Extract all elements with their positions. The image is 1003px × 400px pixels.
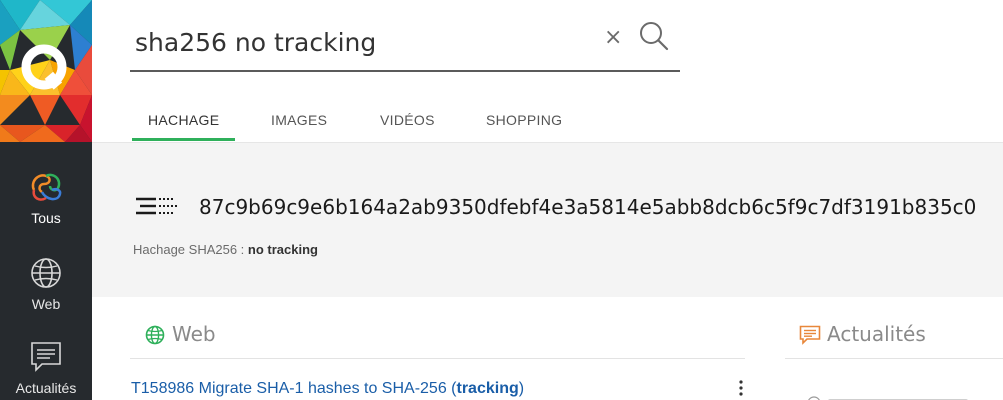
news-icon — [799, 325, 821, 345]
result-title-end: ) — [518, 380, 525, 397]
globe-icon — [31, 258, 61, 288]
clear-search-button[interactable]: × — [604, 26, 622, 50]
sidebar-item-label: Web — [31, 296, 61, 312]
hash-value: 87c9b69c9e6b164a2ab9350dfebf4e3a5814e5ab… — [199, 195, 977, 219]
tab-images[interactable]: IMAGES — [271, 112, 327, 128]
hash-lines-icon — [136, 197, 177, 215]
left-rail: Tous Web Actualités — [0, 0, 92, 400]
sidebar-item-label: Tous — [31, 210, 61, 226]
search-input[interactable] — [135, 24, 575, 60]
hash-caption-prefix: Hachage SHA256 : — [133, 242, 248, 257]
news-item-placeholder — [808, 396, 968, 400]
hash-caption-value: no tracking — [247, 242, 318, 257]
logo-art — [0, 0, 92, 142]
tab-shopping[interactable]: SHOPPING — [486, 112, 562, 128]
tab-videos[interactable]: VIDÉOS — [380, 112, 435, 128]
active-tab-indicator — [132, 138, 235, 141]
news-section-title: Actualités — [827, 322, 926, 346]
search-bar: × — [130, 14, 680, 72]
news-icon — [31, 342, 61, 372]
web-section-title: Web — [172, 322, 216, 346]
hash-caption: Hachage SHA256 : no tracking — [133, 242, 318, 257]
sidebar-item-label: Actualités — [15, 380, 77, 396]
result-title-text: T158986 Migrate SHA-1 hashes to SHA-256 … — [131, 380, 457, 397]
more-options-icon[interactable] — [736, 378, 746, 400]
sidebar-item-all[interactable]: Tous — [0, 170, 92, 226]
result-title-link[interactable]: T158986 Migrate SHA-1 hashes to SHA-256 … — [131, 380, 524, 398]
sidebar-item-news[interactable]: Actualités — [0, 340, 92, 396]
magnifier-icon — [640, 22, 669, 51]
search-button[interactable] — [638, 20, 670, 52]
hash-panel: 87c9b69c9e6b164a2ab9350dfebf4e3a5814e5ab… — [92, 142, 1003, 297]
news-section-header: Actualités — [785, 320, 1003, 359]
page: Tous Web Actualités × — [0, 0, 1003, 400]
web-section-header: Web — [130, 320, 745, 359]
globe-icon — [145, 325, 165, 345]
vertical-tabs: HACHAGE IMAGES VIDÉOS SHOPPING — [130, 100, 630, 142]
result-highlight: tracking — [456, 380, 519, 397]
all-blob-icon — [31, 173, 62, 201]
tab-hachage[interactable]: HACHAGE — [148, 112, 219, 128]
sidebar-item-web[interactable]: Web — [0, 256, 92, 312]
qwant-logo[interactable] — [0, 0, 92, 142]
